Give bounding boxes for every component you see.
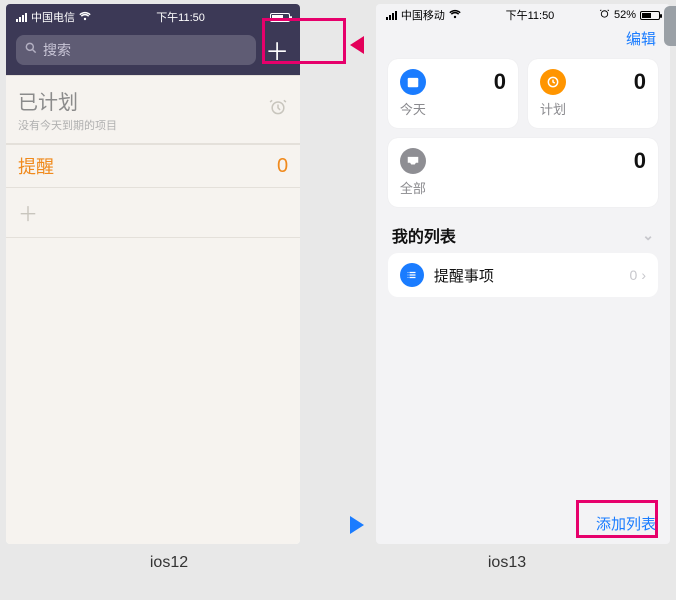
plus-icon: ＋ bbox=[18, 204, 38, 226]
clock-label: 下午11:50 bbox=[156, 9, 205, 25]
search-placeholder: 搜索 bbox=[43, 40, 71, 60]
chevron-right-icon: › bbox=[641, 267, 646, 283]
caption-left: ios12 bbox=[0, 554, 338, 572]
card-today[interactable]: 0 今天 bbox=[388, 59, 518, 128]
add-reminder-row[interactable]: ＋ bbox=[6, 188, 300, 238]
card-label: 今天 bbox=[400, 99, 506, 118]
card-label: 全部 bbox=[400, 178, 646, 197]
list-item-title: 提醒事项 bbox=[434, 265, 494, 286]
wifi-icon bbox=[79, 11, 91, 24]
list-item[interactable]: 提醒事项 0 › bbox=[388, 253, 658, 297]
scheduled-subtitle: 没有今天到期的项目 bbox=[18, 117, 117, 133]
reminders-count: 0 bbox=[277, 155, 288, 178]
caption-right: ios13 bbox=[338, 554, 676, 572]
signal-icon bbox=[386, 11, 397, 20]
captions: ios12 ios13 bbox=[0, 544, 676, 572]
annotation-arrow-right bbox=[350, 516, 364, 534]
carrier-label: 中国移动 bbox=[401, 7, 445, 23]
my-lists-title: 我的列表 bbox=[392, 223, 456, 247]
annotation-highlight-addlist bbox=[576, 500, 658, 538]
alarm-clock-icon bbox=[268, 97, 288, 122]
calendar-today-icon bbox=[400, 69, 426, 95]
scheduled-title: 已计划 bbox=[18, 86, 117, 115]
battery-percent: 52% bbox=[614, 9, 636, 21]
reminders-list-row[interactable]: 提醒 0 bbox=[6, 144, 300, 188]
list-bullet-icon bbox=[400, 263, 424, 287]
annotation-highlight-plus bbox=[262, 18, 346, 64]
carrier-label: 中国电信 bbox=[31, 9, 75, 25]
card-all[interactable]: 0 全部 bbox=[388, 138, 658, 207]
phone-ios13: 中国移动 下午11:50 52% 编辑 bbox=[376, 4, 670, 544]
annotation-arrow-left bbox=[350, 36, 364, 54]
search-icon bbox=[24, 41, 38, 58]
card-planned[interactable]: 0 计划 bbox=[528, 59, 658, 128]
alarm-indicator-icon bbox=[599, 8, 610, 22]
phone-ios12: 中国电信 下午11:50 搜索 ＋ bbox=[6, 4, 300, 544]
edit-button[interactable]: 编辑 bbox=[626, 31, 656, 48]
clock-icon bbox=[540, 69, 566, 95]
status-bar: 中国移动 下午11:50 52% bbox=[376, 4, 670, 22]
scheduled-section[interactable]: 已计划 没有今天到期的项目 bbox=[6, 75, 300, 144]
list-item-count: 0 bbox=[630, 267, 638, 283]
card-label: 计划 bbox=[540, 99, 646, 118]
card-count: 0 bbox=[634, 148, 646, 174]
card-count: 0 bbox=[494, 69, 506, 95]
inbox-icon bbox=[400, 148, 426, 174]
reminders-title: 提醒 bbox=[18, 153, 54, 179]
wifi-icon bbox=[449, 9, 461, 22]
signal-icon bbox=[16, 13, 27, 22]
side-tab-handle[interactable] bbox=[664, 6, 676, 46]
status-bar: 中国电信 下午11:50 bbox=[16, 8, 290, 26]
ios12-body: 已计划 没有今天到期的项目 提醒 0 ＋ bbox=[6, 75, 300, 544]
battery-icon bbox=[640, 11, 660, 20]
clock-label: 下午11:50 bbox=[506, 7, 555, 23]
search-input[interactable]: 搜索 bbox=[16, 35, 256, 65]
card-count: 0 bbox=[634, 69, 646, 95]
chevron-down-icon: ⌄ bbox=[642, 227, 654, 244]
my-lists-header[interactable]: 我的列表 ⌄ bbox=[376, 207, 670, 253]
ios12-header: 中国电信 下午11:50 搜索 ＋ bbox=[6, 4, 300, 75]
